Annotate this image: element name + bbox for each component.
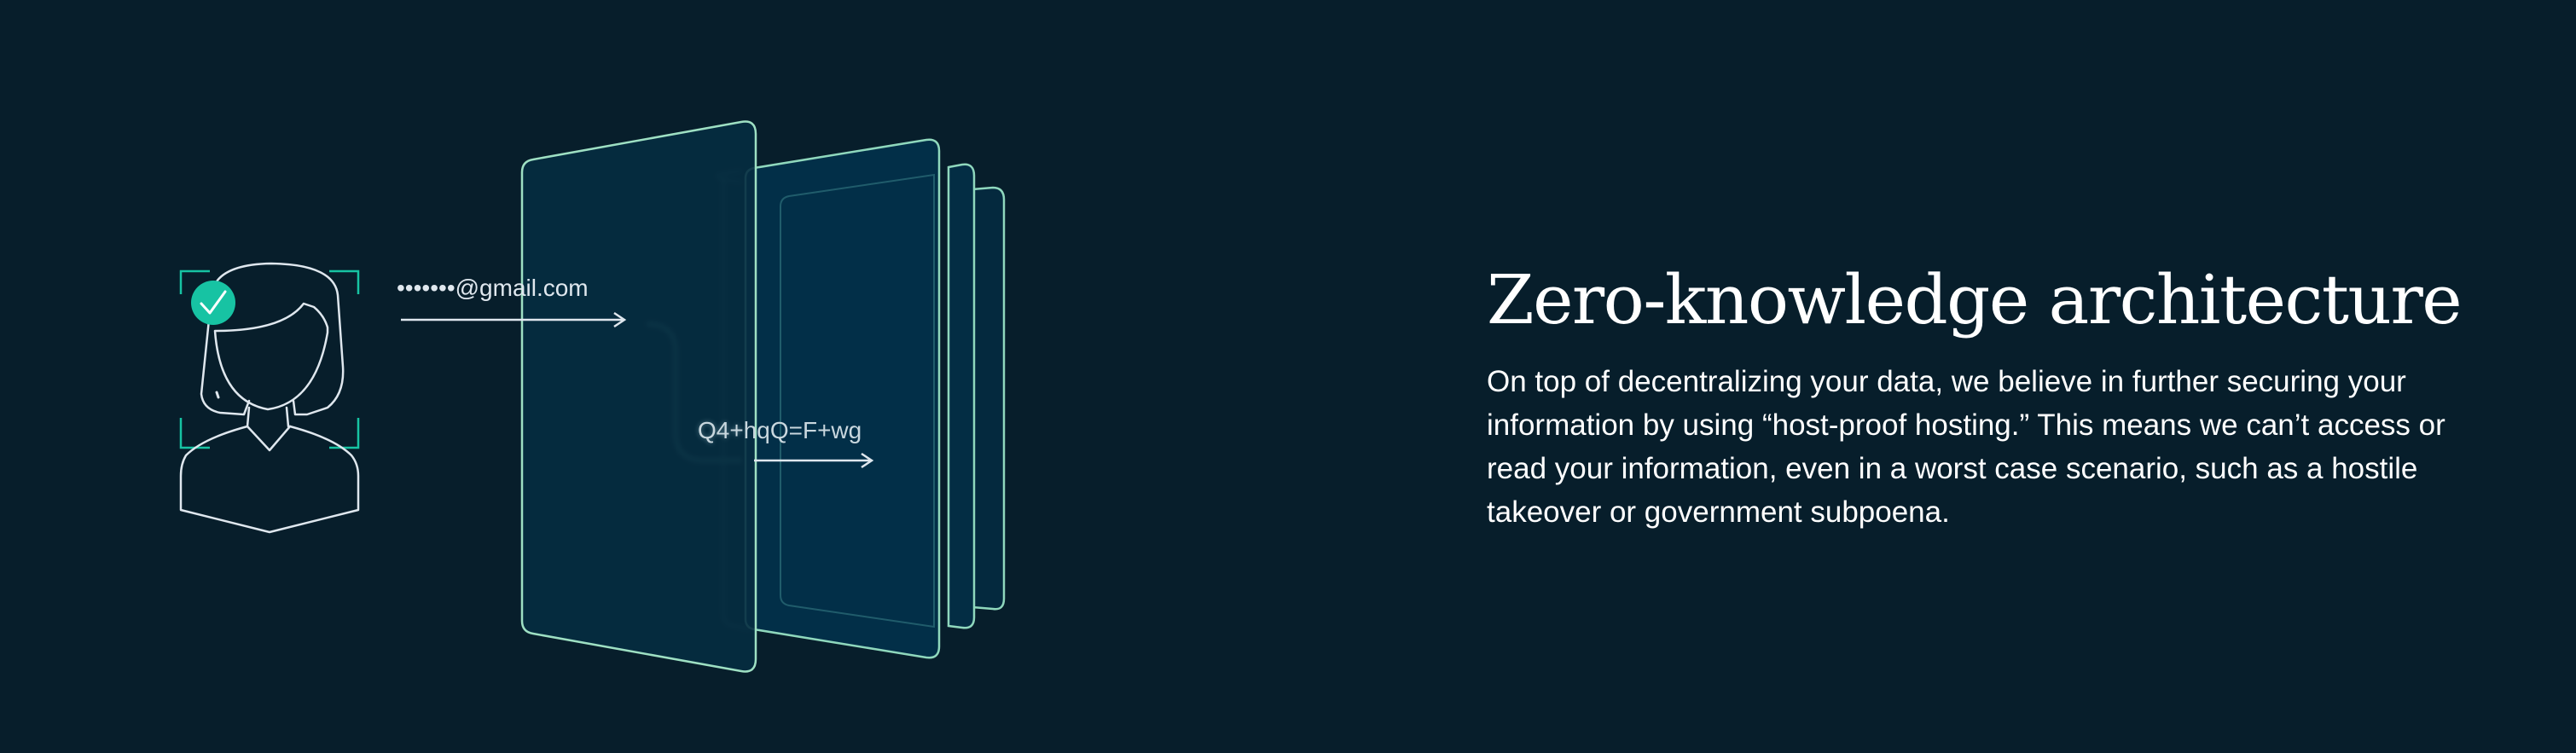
feature-copy: Zero-knowledge architecture On top of de… [1487,256,2493,534]
email-text: •••••••@gmail.com [397,275,589,301]
checkmark-icon [191,281,235,325]
feature-title: Zero-knowledge architecture [1487,260,2463,339]
vault-panel-4 [971,186,1006,611]
vault-panel-front [520,120,757,673]
feature-description: On top of decentralizing your data, we b… [1487,365,2445,529]
vault-panel-3 [947,163,976,629]
cipher-text: Q4+hqQ=F+wg [698,417,862,443]
vault-panel-2 [744,138,941,659]
zero-knowledge-section: Q4+ Q4+hqQ=F+wg •••••••@gmail.com Zero-k… [0,0,2576,753]
